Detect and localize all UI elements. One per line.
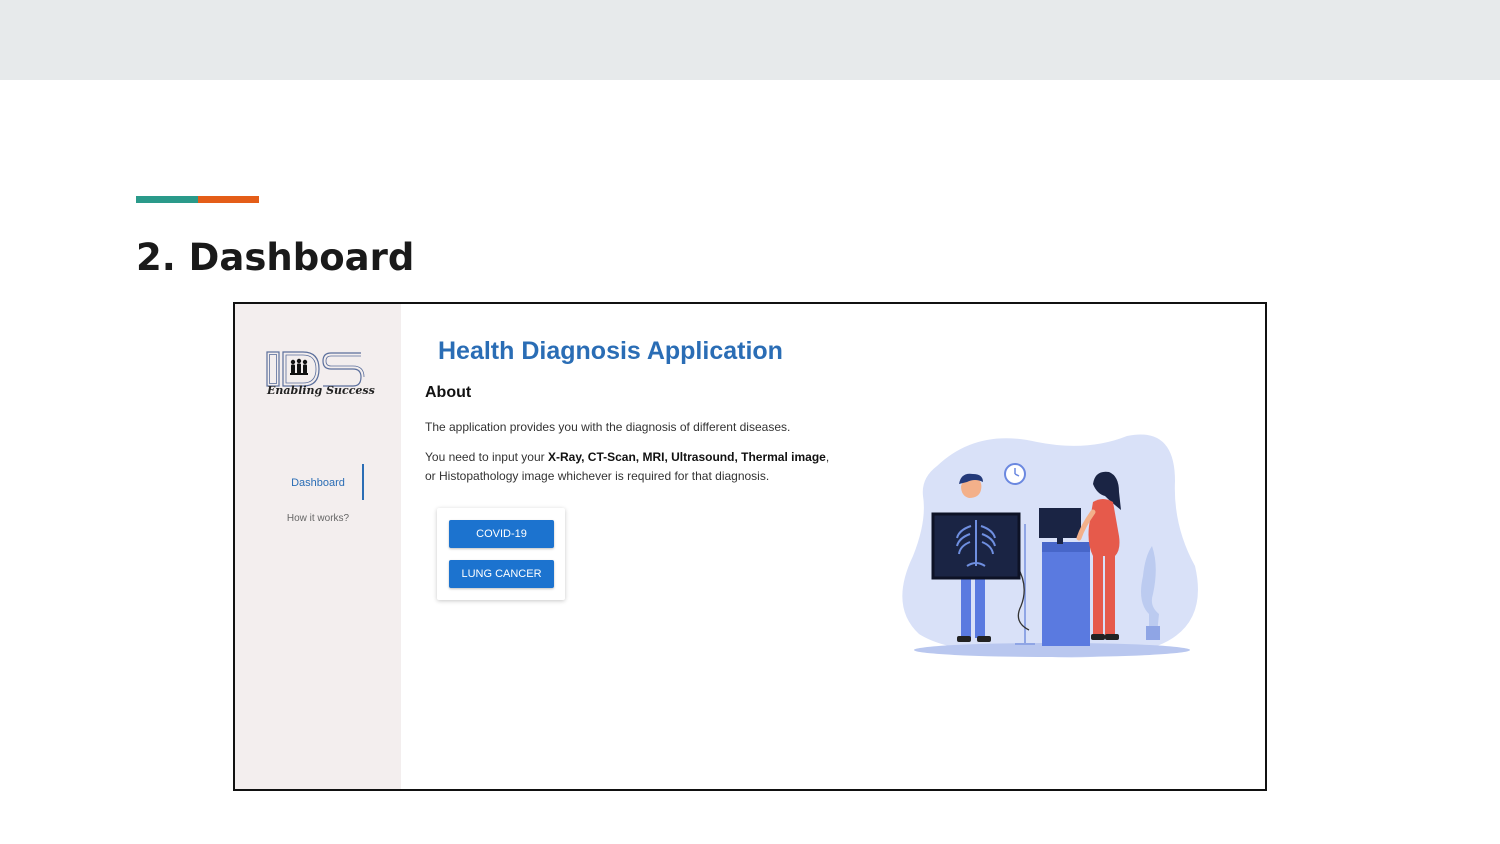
paragraph-2-image-types: X-Ray, CT-Scan, MRI, Ultrasound, Thermal…: [548, 450, 826, 464]
logo-tagline: Enabling Success: [267, 384, 375, 397]
covid-19-button[interactable]: COVID-19: [449, 520, 554, 548]
about-paragraph-1: The application provides you with the di…: [425, 420, 791, 434]
about-paragraph-2: You need to input your X-Ray, CT-Scan, M…: [425, 448, 840, 486]
accent-bar-teal: [136, 196, 198, 203]
lung-cancer-button[interactable]: LUNG CANCER: [449, 560, 554, 588]
diagnosis-button-card: COVID-19 LUNG CANCER: [437, 508, 565, 600]
sidebar: Enabling Success Dashboard How it works?: [235, 304, 401, 789]
slide-top-band: [0, 0, 1500, 80]
paragraph-2-text-start: You need to input your: [425, 450, 548, 464]
app-screenshot: Enabling Success Dashboard How it works?…: [233, 302, 1267, 791]
nav-item-dashboard[interactable]: Dashboard: [235, 477, 401, 489]
nav-item-how-it-works[interactable]: How it works?: [235, 513, 401, 524]
nav-active-indicator: [362, 464, 364, 500]
doctor-xray-illustration: [902, 434, 1198, 658]
about-heading: About: [425, 384, 472, 401]
accent-bar-orange: [198, 196, 259, 203]
app-title: Health Diagnosis Application: [438, 337, 783, 365]
slide-title: 2. Dashboard: [136, 236, 415, 279]
